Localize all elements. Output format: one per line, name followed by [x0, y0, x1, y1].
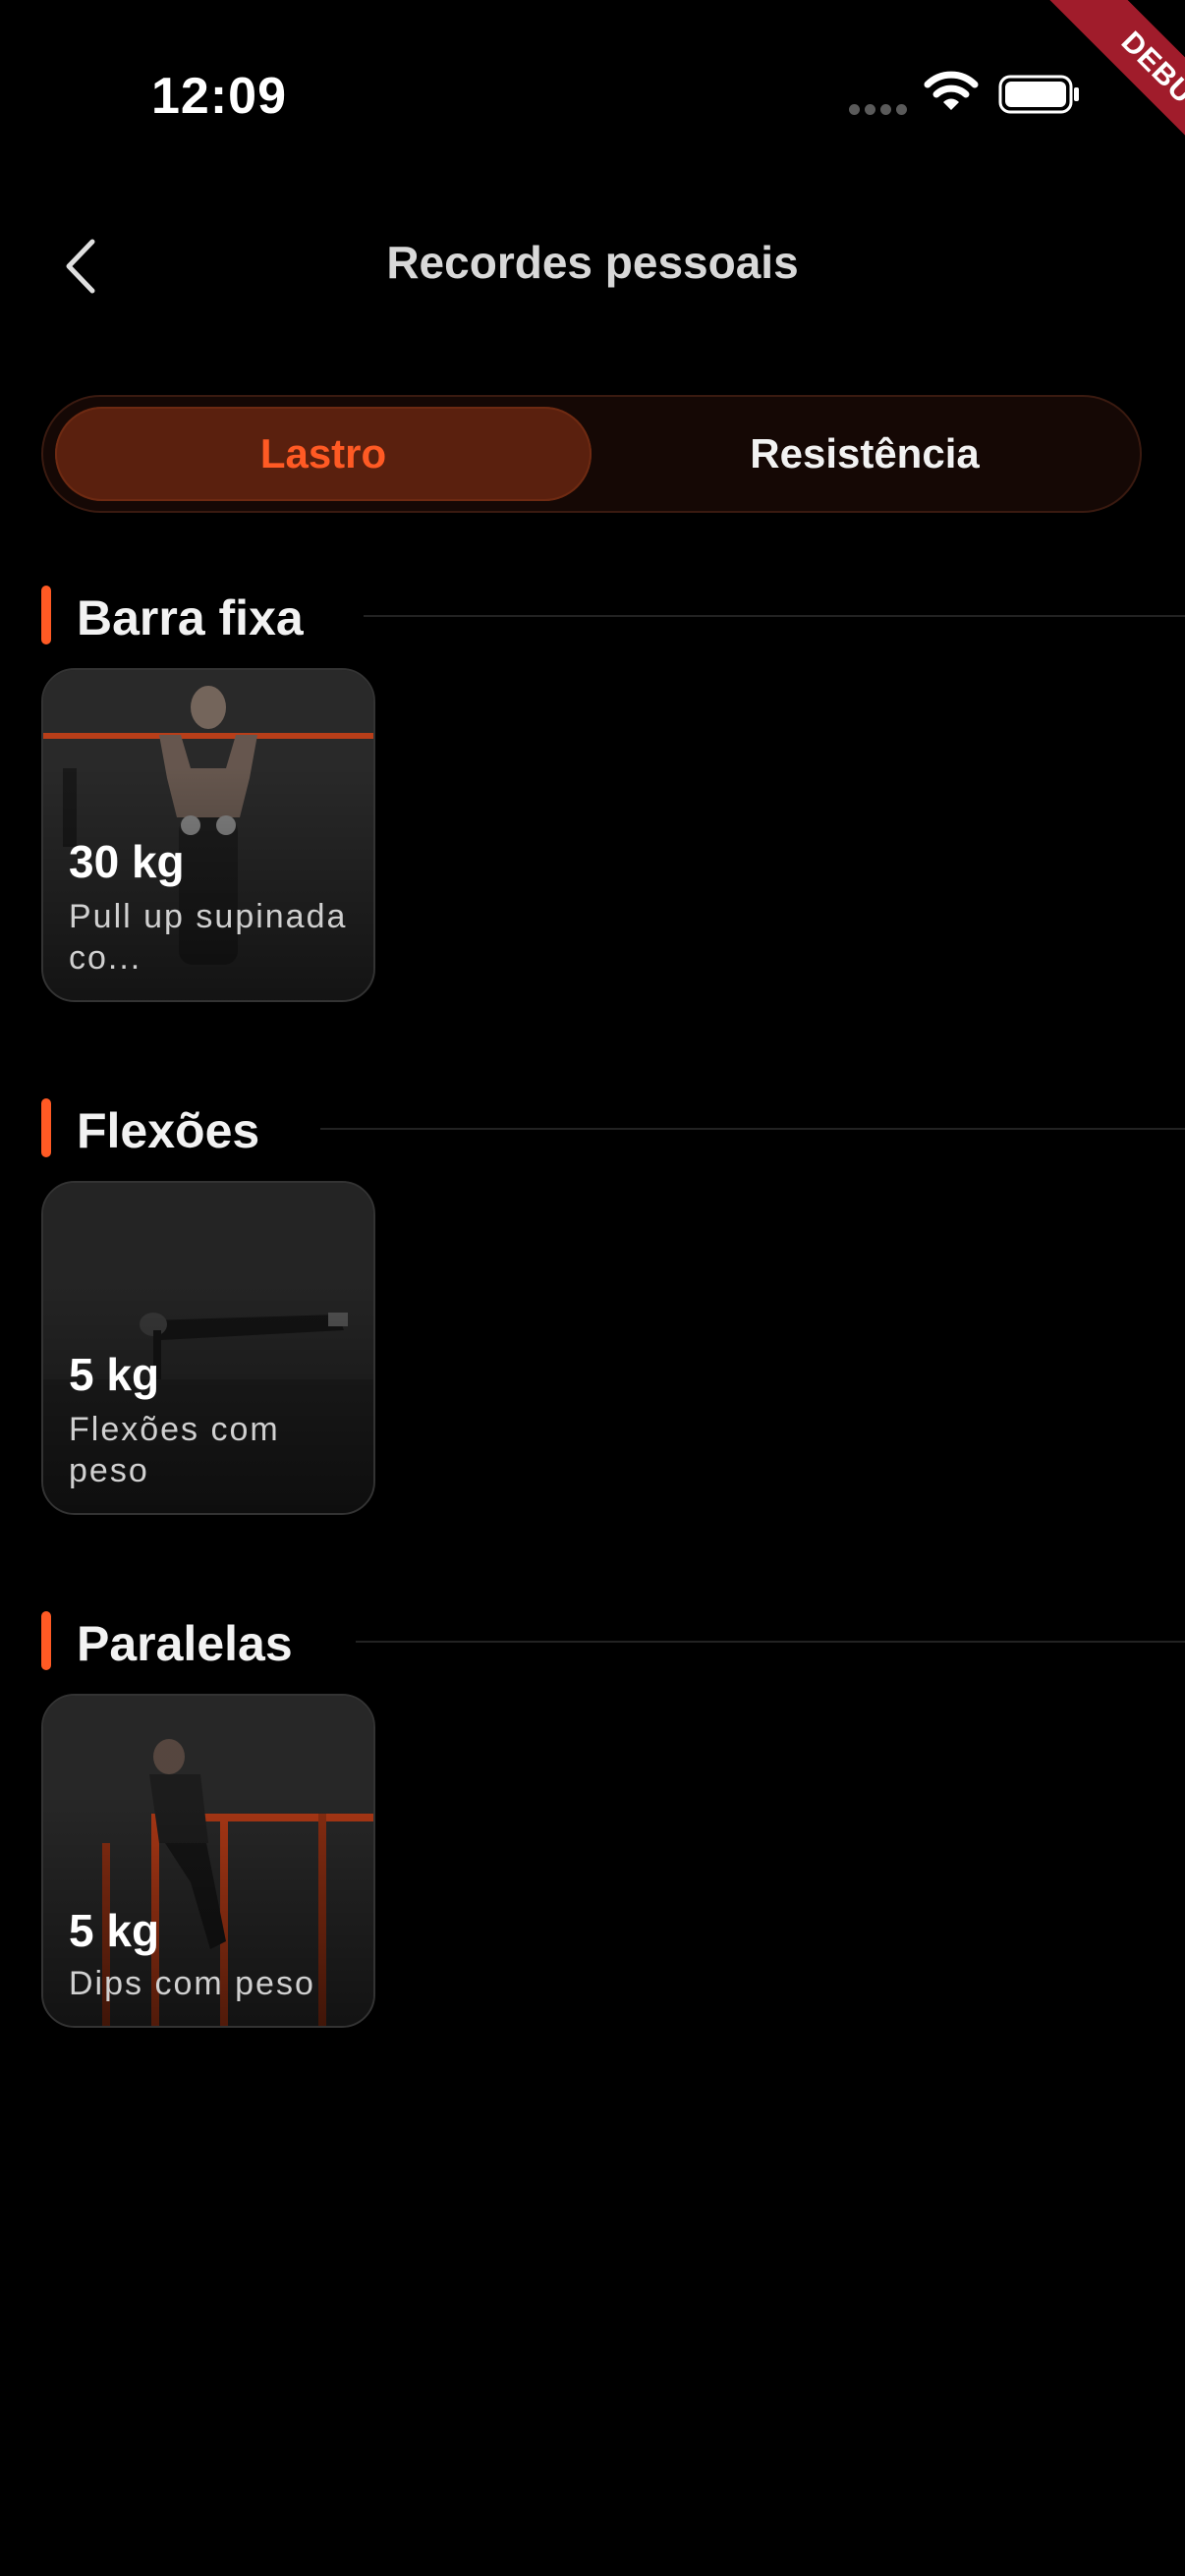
record-card-pull-up[interactable]: 30 kg Pull up supinada co... — [41, 668, 375, 1002]
nav-header: Recordes pessoais — [0, 216, 1185, 314]
status-time: 12:09 — [151, 68, 287, 125]
record-value: 5 kg — [69, 1905, 160, 1956]
cellular-signal-icon — [849, 104, 908, 116]
section-header-paralelas: Paralelas — [41, 1609, 1185, 1672]
debug-banner-label: DEBUG — [1035, 0, 1185, 207]
section-header-barra-fixa: Barra fixa — [41, 584, 1185, 646]
section-title: Flexões — [77, 1103, 260, 1158]
record-value: 30 kg — [69, 836, 185, 887]
section-header-flexoes: Flexões — [41, 1096, 1185, 1159]
page-title: Recordes pessoais — [386, 237, 799, 288]
record-value: 5 kg — [69, 1349, 160, 1400]
debug-banner: DEBUG — [969, 0, 1185, 216]
section-accent-bar — [41, 1098, 51, 1157]
section-divider — [320, 1128, 1185, 1130]
tab-resistencia[interactable]: Resistência — [597, 407, 1132, 501]
exercise-name: Dips com peso — [69, 1965, 315, 2002]
record-card-flexoes[interactable]: 5 kg Flexões com peso — [41, 1181, 375, 1515]
exercise-name: Pull up supinada co... — [69, 898, 348, 977]
section-accent-bar — [41, 586, 51, 644]
section-divider — [356, 1641, 1185, 1643]
section-accent-bar — [41, 1611, 51, 1670]
section-title: Paralelas — [77, 1616, 293, 1671]
section-divider — [364, 615, 1185, 617]
tab-lastro[interactable]: Lastro — [55, 407, 592, 501]
exercise-name: Flexões com peso — [69, 1411, 280, 1489]
record-card-paralelas[interactable]: 5 kg Dips com peso — [41, 1694, 375, 2028]
section-title: Barra fixa — [77, 590, 304, 645]
segmented-control: Lastro Resistência — [41, 395, 1142, 513]
